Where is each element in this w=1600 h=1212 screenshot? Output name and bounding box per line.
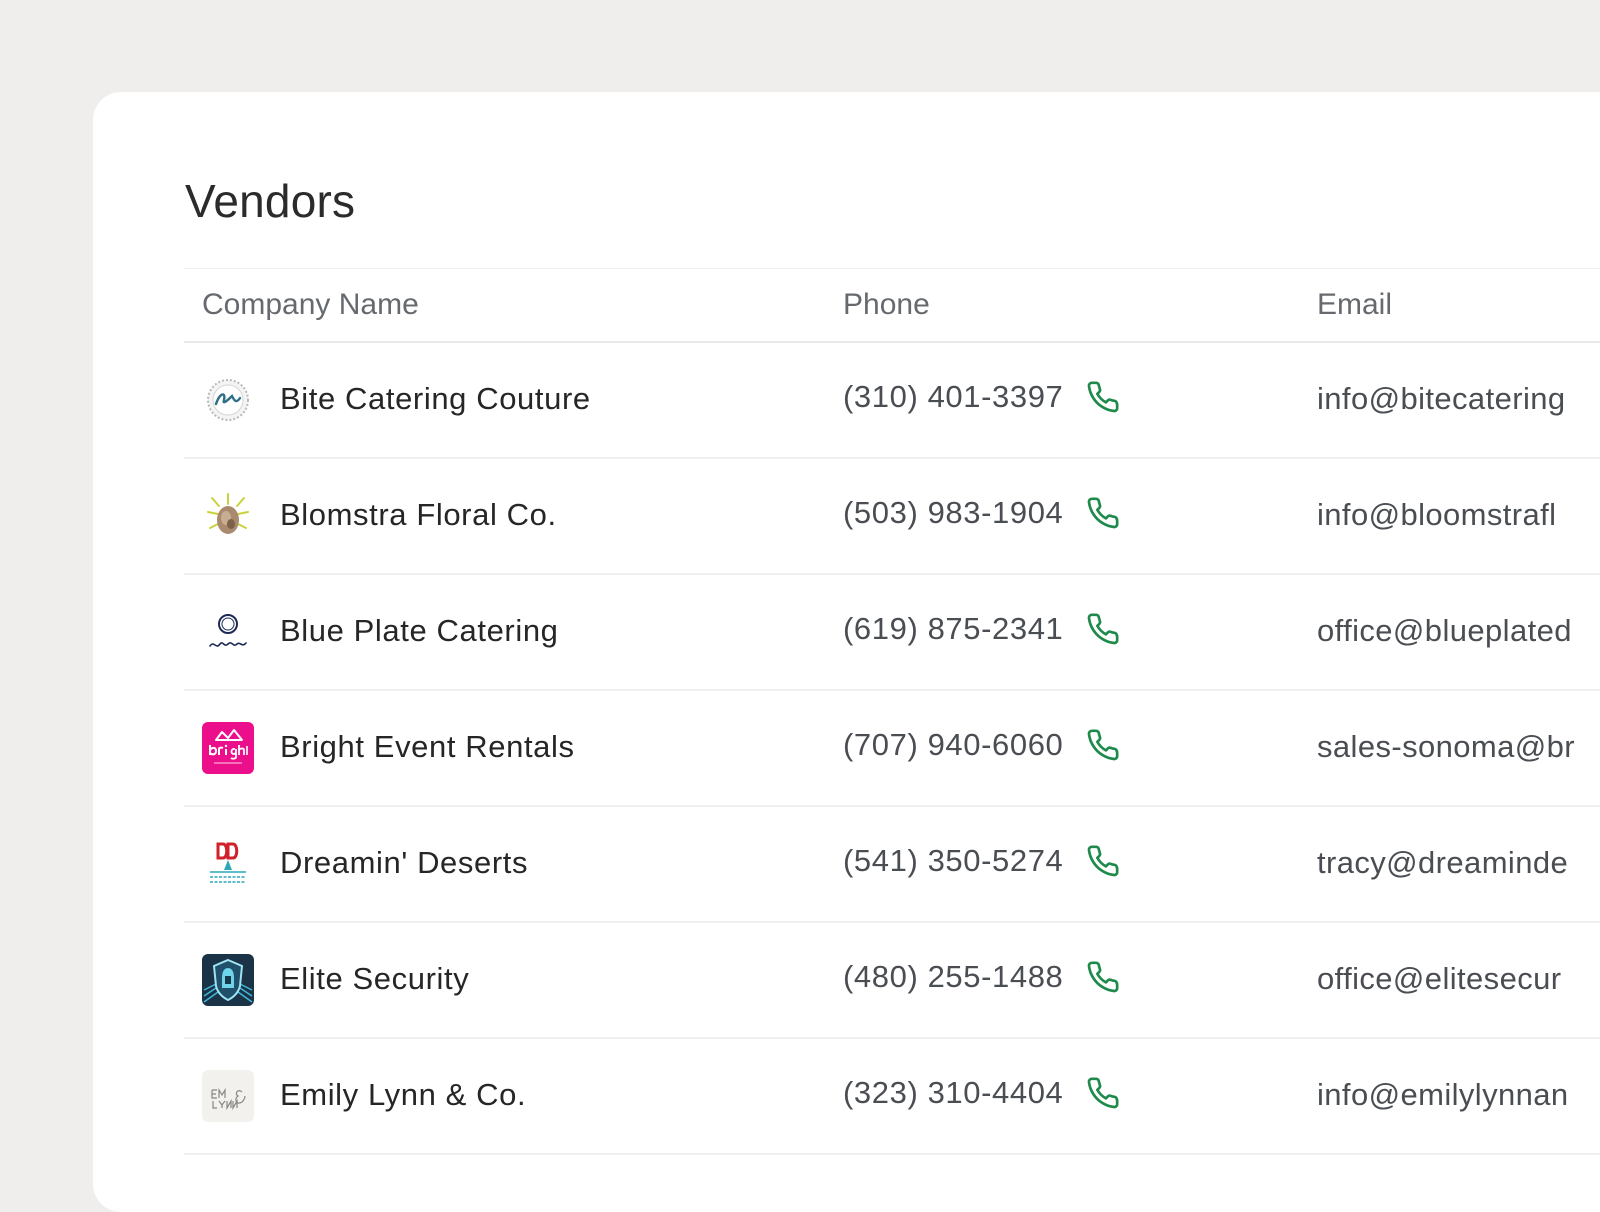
phone-icon[interactable] [1085, 727, 1121, 763]
column-header-email[interactable]: Email [1317, 288, 1392, 322]
phone-icon[interactable] [1085, 1075, 1121, 1111]
table-row[interactable]: Elite Security (480) 255-1488 office@eli… [184, 923, 1600, 1039]
phone-number: (480) 255-1488 [843, 959, 1064, 994]
company-name[interactable]: Blomstra Floral Co. [280, 497, 557, 533]
company-name[interactable]: Elite Security [280, 961, 469, 997]
phone-number: (503) 983-1904 [843, 495, 1064, 530]
company-name[interactable]: Emily Lynn & Co. [280, 1077, 526, 1113]
phone-cell: (619) 875-2341 [843, 611, 1121, 647]
phone-number: (323) 310-4404 [843, 1075, 1064, 1110]
company-name[interactable]: Bite Catering Couture [280, 381, 591, 417]
phone-number: (707) 940-6060 [843, 727, 1064, 762]
phone-cell: (541) 350-5274 [843, 843, 1121, 879]
email-address[interactable]: info@bitecatering [1317, 381, 1566, 417]
phone-icon[interactable] [1085, 611, 1121, 647]
email-address[interactable]: info@bloomstrafl [1317, 497, 1556, 533]
table-row[interactable]: Dreamin' Deserts (541) 350-5274 tracy@dr… [184, 807, 1600, 923]
email-address[interactable]: info@emilylynnan [1317, 1077, 1569, 1113]
phone-icon[interactable] [1085, 843, 1121, 879]
company-name[interactable]: Bright Event Rentals [280, 729, 575, 765]
email-address[interactable]: office@elitesecur [1317, 961, 1561, 997]
emily-lynn-logo [202, 1070, 254, 1122]
phone-icon[interactable] [1085, 495, 1121, 531]
phone-icon[interactable] [1085, 959, 1121, 995]
bright-event-logo [202, 722, 254, 774]
email-address[interactable]: office@blueplated [1317, 613, 1572, 649]
phone-number: (541) 350-5274 [843, 843, 1064, 878]
page-title: Vendors [185, 175, 356, 227]
phone-cell: (480) 255-1488 [843, 959, 1121, 995]
column-header-company[interactable]: Company Name [202, 288, 419, 322]
table-row[interactable]: Emily Lynn & Co. (323) 310-4404 info@emi… [184, 1039, 1600, 1155]
vendors-table: Company Name Phone Email Bite Catering C… [184, 268, 1600, 1155]
blomstra-floral-logo [202, 490, 254, 542]
email-address[interactable]: sales-sonoma@br [1317, 729, 1575, 765]
phone-cell: (310) 401-3397 [843, 379, 1121, 415]
company-name[interactable]: Dreamin' Deserts [280, 845, 528, 881]
column-header-phone[interactable]: Phone [843, 288, 930, 322]
dreamin-deserts-logo [202, 838, 254, 890]
company-name[interactable]: Blue Plate Catering [280, 613, 559, 649]
table-row[interactable]: Blue Plate Catering (619) 875-2341 offic… [184, 575, 1600, 691]
phone-number: (310) 401-3397 [843, 379, 1064, 414]
table-header: Company Name Phone Email [184, 269, 1600, 343]
table-row[interactable]: Bite Catering Couture (310) 401-3397 inf… [184, 343, 1600, 459]
phone-cell: (503) 983-1904 [843, 495, 1121, 531]
blue-plate-logo [202, 606, 254, 658]
phone-cell: (323) 310-4404 [843, 1075, 1121, 1111]
phone-cell: (707) 940-6060 [843, 727, 1121, 763]
phone-icon[interactable] [1085, 379, 1121, 415]
vendors-card: Vendors Company Name Phone Email Bite Ca… [93, 92, 1600, 1212]
email-address[interactable]: tracy@dreaminde [1317, 845, 1568, 881]
table-row[interactable]: Blomstra Floral Co. (503) 983-1904 info@… [184, 459, 1600, 575]
phone-number: (619) 875-2341 [843, 611, 1064, 646]
bite-catering-logo [202, 374, 254, 426]
elite-security-logo [202, 954, 254, 1006]
table-row[interactable]: Bright Event Rentals (707) 940-6060 sale… [184, 691, 1600, 807]
